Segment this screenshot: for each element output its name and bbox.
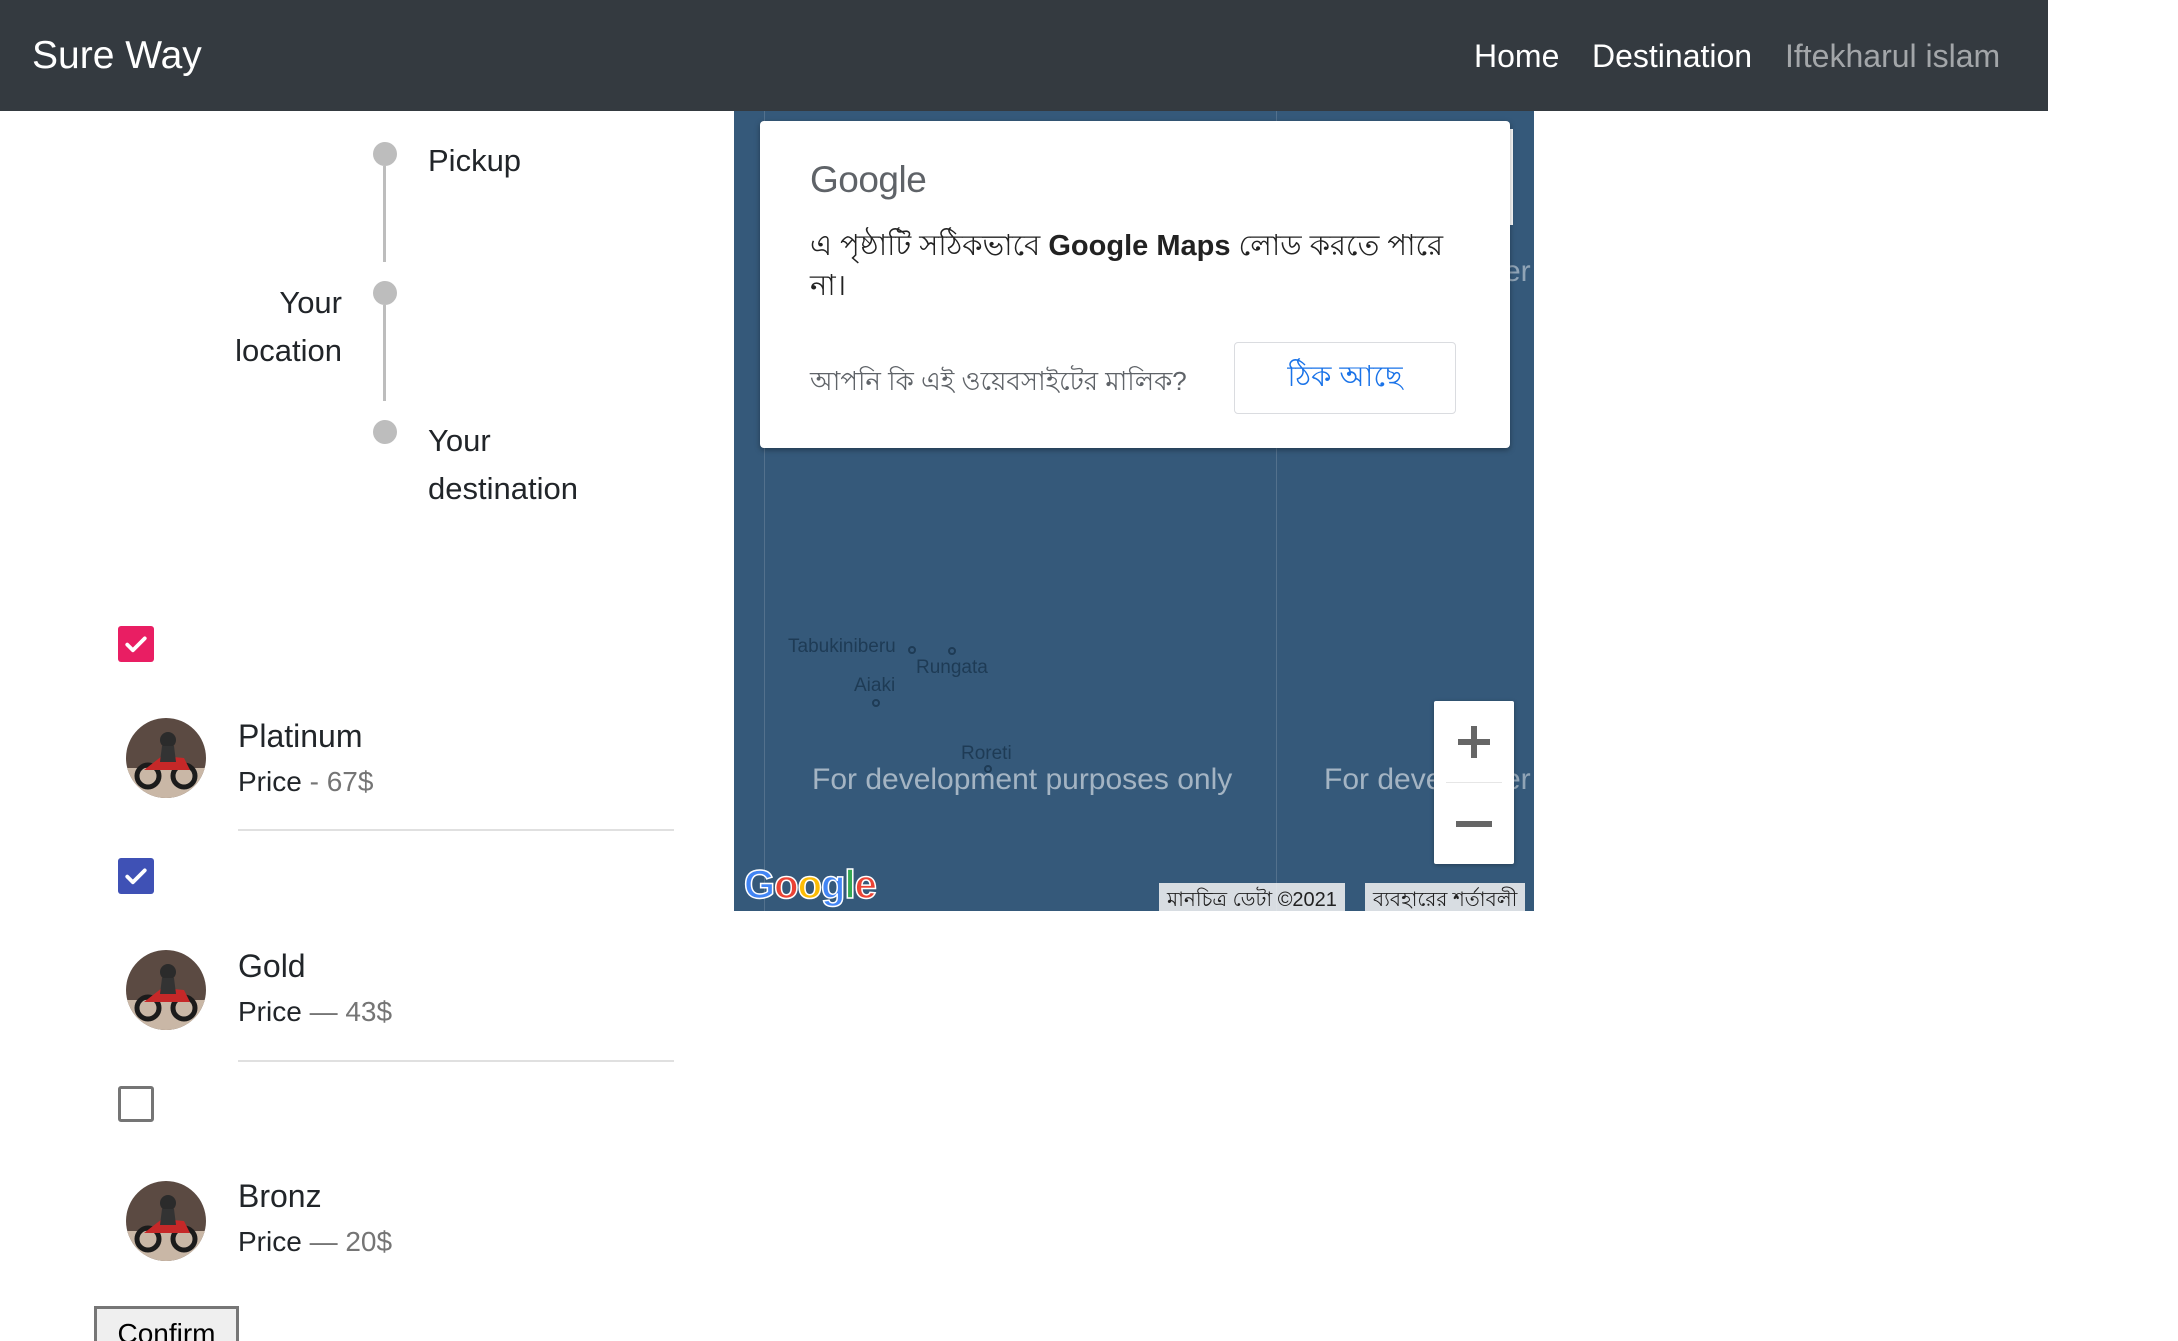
error-message: এ পৃষ্ঠাটি সঠিকভাবে Google Maps লোড করতে… — [810, 230, 1444, 302]
gold-checkbox[interactable] — [118, 858, 154, 894]
dev-watermark: For development purposes only — [812, 763, 1233, 796]
confirm-button[interactable]: Confirm — [94, 1306, 239, 1341]
avatar — [126, 718, 206, 798]
google-map[interactable]: er Tabukiniberu Rungata Aiaki Roreti For… — [734, 111, 1534, 911]
dev-watermark-partial: For deve — [1324, 763, 1443, 796]
maps-error-dialog: Google এ পৃষ্ঠাটি সঠিকভাবে Google Maps ল… — [760, 121, 1510, 448]
your-location-label: Your location — [235, 285, 342, 368]
map-place-marker — [908, 646, 916, 654]
dialog-edge — [1510, 129, 1513, 225]
zoom-in-button[interactable] — [1434, 701, 1514, 782]
owner-question[interactable]: আপনি কি এই ওয়েবসাইটের মালিক? — [810, 361, 1187, 405]
checkmark-icon — [125, 868, 147, 885]
pickup-dot — [373, 142, 397, 166]
motorbike-rider-icon — [126, 950, 206, 1030]
nav-home-link[interactable]: Home — [1474, 38, 1559, 75]
map-place-label: Tabukiniberu — [788, 636, 896, 657]
checkmark-icon — [125, 636, 147, 653]
zoom-control — [1434, 701, 1514, 864]
package-name: Gold — [238, 948, 306, 984]
bronz-checkbox[interactable] — [118, 1086, 154, 1122]
map-place-label: Aiaki — [854, 675, 896, 696]
map-place-label: Roreti — [961, 743, 1012, 764]
google-watermark-logo[interactable]: Google — [743, 862, 877, 908]
timeline-connector — [383, 166, 386, 262]
route-timeline: Pickup Your location Your destination — [0, 111, 700, 531]
avatar — [126, 1181, 206, 1261]
package-name: Platinum — [238, 718, 363, 754]
minus-icon — [1456, 820, 1492, 827]
divider — [238, 1060, 674, 1062]
plus-icon — [1458, 725, 1490, 758]
avatar — [126, 950, 206, 1030]
package-price: Price — 43$ — [238, 996, 393, 1027]
motorbike-rider-icon — [126, 718, 206, 798]
zoom-out-button[interactable] — [1434, 783, 1514, 864]
location-dot — [373, 281, 397, 305]
platinum-checkbox[interactable] — [118, 626, 154, 662]
motorbike-rider-icon — [126, 1181, 206, 1261]
nav-user-link[interactable]: Iftekharul islam — [1785, 38, 2000, 75]
map-data-attribution: মানচিত্র ডেটা ©2021 — [1159, 883, 1345, 911]
package-name: Bronz — [238, 1178, 322, 1214]
map-place-marker — [948, 647, 956, 655]
map-place-label: Rungata — [916, 657, 988, 678]
ok-button[interactable]: ঠিক আছে — [1234, 342, 1456, 414]
package-price: Price — 20$ — [238, 1226, 393, 1257]
google-logo: Google — [810, 159, 927, 200]
divider — [238, 829, 674, 831]
timeline-connector — [383, 305, 386, 401]
destination-dot — [373, 420, 397, 444]
map-place-marker — [872, 699, 880, 707]
nav-destination-link[interactable]: Destination — [1592, 38, 1752, 75]
brand-link[interactable]: Sure Way — [32, 34, 202, 78]
your-destination-label: Your destination — [428, 423, 578, 506]
navbar: Sure Way Home Destination Iftekharul isl… — [0, 0, 2048, 111]
pickup-label: Pickup — [428, 143, 522, 178]
terms-of-use-link[interactable]: ব্যবহারের শর্তাবলী — [1365, 883, 1526, 911]
package-price: Price - 67$ — [238, 766, 374, 797]
